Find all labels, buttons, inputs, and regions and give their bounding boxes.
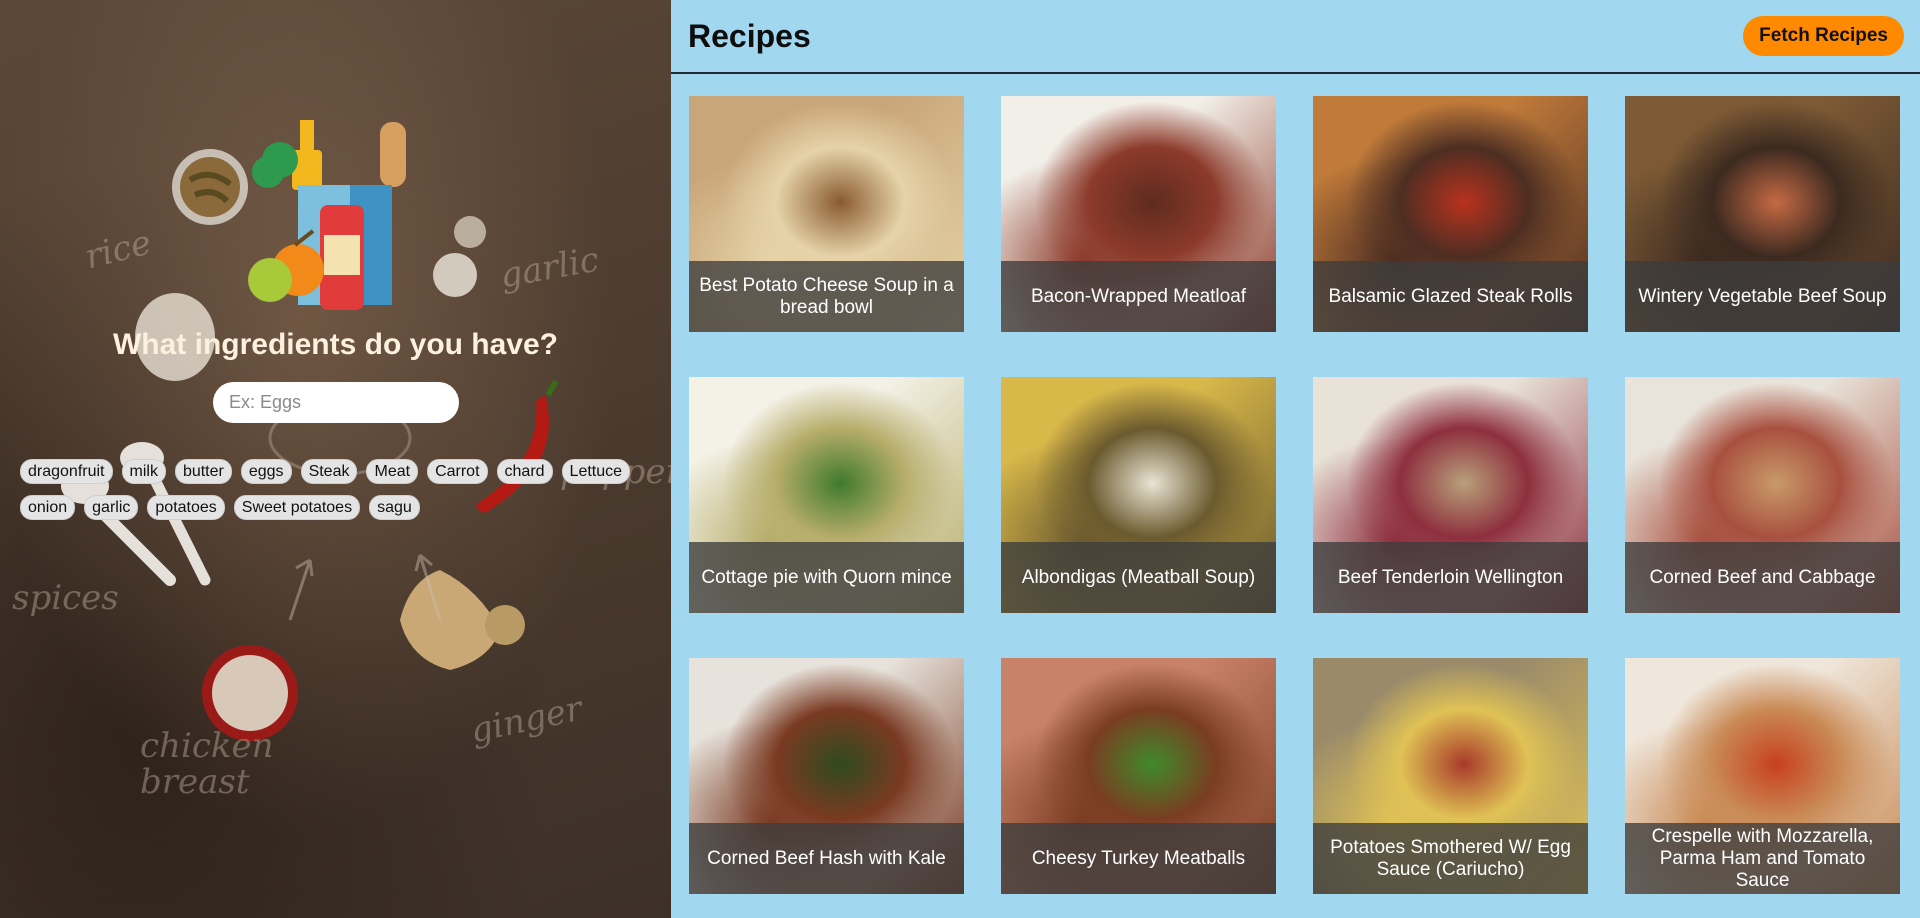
recipe-card[interactable]: Crespelle with Mozzarella, Parma Ham and… — [1625, 658, 1900, 894]
recipe-card[interactable]: Potatoes Smothered W/ Egg Sauce (Cariuch… — [1313, 658, 1588, 894]
recipe-title: Best Potato Cheese Soup in a bread bowl — [689, 261, 964, 332]
recipes-header: Recipes Fetch Recipes — [671, 0, 1920, 74]
recipes-panel: Recipes Fetch Recipes Best Potato Cheese… — [671, 0, 1920, 918]
recipe-card[interactable]: Beef Tenderloin Wellington — [1313, 377, 1588, 613]
ingredient-chip[interactable]: potatoes — [147, 495, 225, 520]
recipe-title: Corned Beef and Cabbage — [1625, 542, 1900, 613]
recipe-title: Cheesy Turkey Meatballs — [1001, 823, 1276, 894]
recipe-card[interactable]: Cottage pie with Quorn mince — [689, 377, 964, 613]
recipe-title: Corned Beef Hash with Kale — [689, 823, 964, 894]
ingredient-chip[interactable]: sagu — [369, 495, 420, 520]
recipe-title: Bacon-Wrapped Meatloaf — [1001, 261, 1276, 332]
grocery-bag-icon — [248, 120, 406, 310]
ingredient-chip[interactable]: Meat — [366, 459, 419, 484]
recipe-card[interactable]: Bacon-Wrapped Meatloaf — [1001, 96, 1276, 332]
recipe-card[interactable]: Corned Beef and Cabbage — [1625, 377, 1900, 613]
sketch-label-spices: spices — [12, 578, 119, 618]
ingredient-chip[interactable]: Steak — [300, 459, 358, 484]
ingredient-chip[interactable]: milk — [121, 459, 166, 484]
ingredients-headline: What ingredients do you have? — [112, 328, 559, 361]
ingredient-chip[interactable]: chard — [496, 459, 553, 484]
recipe-card[interactable]: Corned Beef Hash with Kale — [689, 658, 964, 894]
recipe-title: Beef Tenderloin Wellington — [1313, 542, 1588, 613]
recipe-grid: Best Potato Cheese Soup in a bread bowl … — [689, 96, 1900, 894]
recipe-card[interactable]: Albondigas (Meatball Soup) — [1001, 377, 1276, 613]
ingredient-chip[interactable]: Sweet potatoes — [233, 495, 361, 520]
ingredient-chip[interactable]: garlic — [84, 495, 139, 520]
recipe-title: Potatoes Smothered W/ Egg Sauce (Cariuch… — [1313, 823, 1588, 894]
fetch-recipes-button[interactable]: Fetch Recipes — [1743, 16, 1904, 56]
recipe-card[interactable]: Cheesy Turkey Meatballs — [1001, 658, 1276, 894]
ingredient-chip[interactable]: onion — [20, 495, 76, 520]
ingredient-chip[interactable]: dragonfruit — [20, 459, 113, 484]
recipe-title: Wintery Vegetable Beef Soup — [1625, 261, 1900, 332]
ingredient-chip[interactable]: butter — [174, 459, 232, 484]
recipe-title: Cottage pie with Quorn mince — [689, 542, 964, 613]
ingredient-input[interactable] — [213, 382, 459, 423]
page-title: Recipes — [688, 17, 811, 54]
recipe-card[interactable]: Best Potato Cheese Soup in a bread bowl — [689, 96, 964, 332]
recipe-title: Albondigas (Meatball Soup) — [1001, 542, 1276, 613]
sketch-label-chicken-breast: chicken breast — [140, 726, 274, 802]
ingredient-chip[interactable]: Lettuce — [561, 459, 631, 484]
recipe-card[interactable]: Wintery Vegetable Beef Soup — [1625, 96, 1900, 332]
recipe-title: Crespelle with Mozzarella, Parma Ham and… — [1625, 823, 1900, 894]
ingredient-chip[interactable]: eggs — [240, 459, 292, 484]
ingredient-chip-list: dragonfruit milk butter eggs Steak Meat … — [20, 459, 660, 520]
recipe-card[interactable]: Balsamic Glazed Steak Rolls — [1313, 96, 1588, 332]
recipe-title: Balsamic Glazed Steak Rolls — [1313, 261, 1588, 332]
ingredients-panel: rice garlic spices chicken breast ginger… — [0, 0, 671, 918]
ingredient-chip[interactable]: Carrot — [427, 459, 488, 484]
